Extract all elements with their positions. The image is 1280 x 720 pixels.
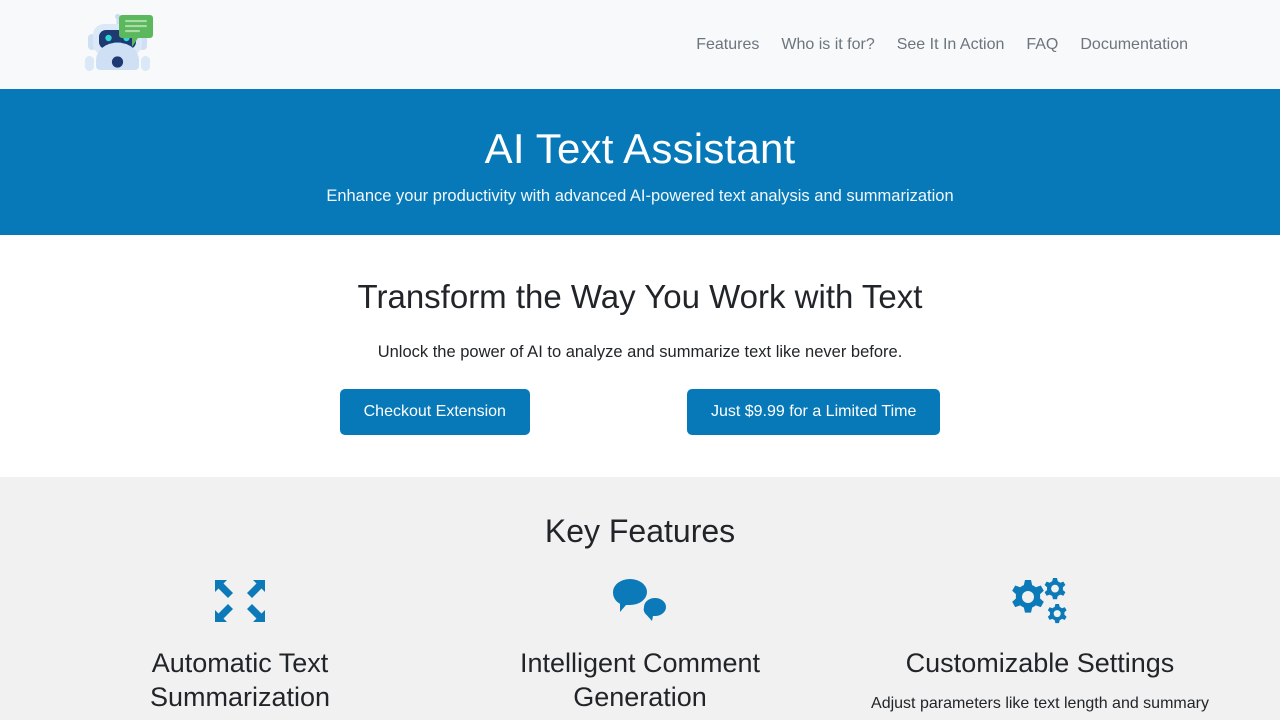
limited-time-price-button[interactable]: Just $9.99 for a Limited Time	[686, 388, 941, 435]
hero-title: AI Text Assistant	[484, 125, 796, 173]
cogs-icon	[860, 576, 1220, 626]
comments-icon	[460, 576, 820, 626]
nav-link-who-is-it-for[interactable]: Who is it for?	[781, 36, 874, 53]
nav-link-documentation[interactable]: Documentation	[1080, 36, 1188, 53]
intro-subtitle: Unlock the power of AI to analyze and su…	[377, 342, 903, 361]
feature-card-summarization: Automatic Text Summarization Summarize l…	[40, 576, 440, 720]
checkout-extension-button[interactable]: Checkout Extension	[339, 388, 530, 435]
intro-section: Transform the Way You Work with Text Unl…	[0, 235, 1280, 477]
feature-title: Intelligent Comment Generation	[519, 648, 761, 713]
feature-card-comment-generation: Intelligent Comment Generation Create un…	[440, 576, 840, 720]
nav-link-see-it-in-action[interactable]: See It In Action	[897, 36, 1005, 53]
features-grid: Automatic Text Summarization Summarize l…	[0, 576, 1280, 720]
chat-robot-logo-icon[interactable]	[82, 9, 154, 81]
feature-title: Automatic Text Summarization	[149, 648, 331, 713]
key-features-section: Key Features Automatic Text Summarizatio…	[0, 477, 1280, 720]
nav-link-features[interactable]: Features	[696, 36, 759, 53]
feature-description: Adjust parameters like text length and s…	[871, 695, 1209, 720]
key-features-heading: Key Features	[544, 513, 736, 549]
cta-button-row: Checkout Extension Just $9.99 for a Limi…	[339, 388, 941, 435]
site-header: Features Who is it for? See It In Action…	[0, 0, 1280, 89]
hero-subtitle: Enhance your productivity with advanced …	[326, 186, 954, 205]
hero-banner: AI Text Assistant Enhance your productiv…	[0, 89, 1280, 235]
feature-card-customizable-settings: Customizable Settings Adjust parameters …	[840, 576, 1240, 720]
nav-link-faq[interactable]: FAQ	[1026, 36, 1058, 53]
intro-title: Transform the Way You Work with Text	[357, 278, 923, 315]
compress-arrows-icon	[60, 576, 420, 626]
main-navigation: Features Who is it for? See It In Action…	[696, 36, 1188, 53]
feature-title: Customizable Settings	[905, 648, 1175, 679]
